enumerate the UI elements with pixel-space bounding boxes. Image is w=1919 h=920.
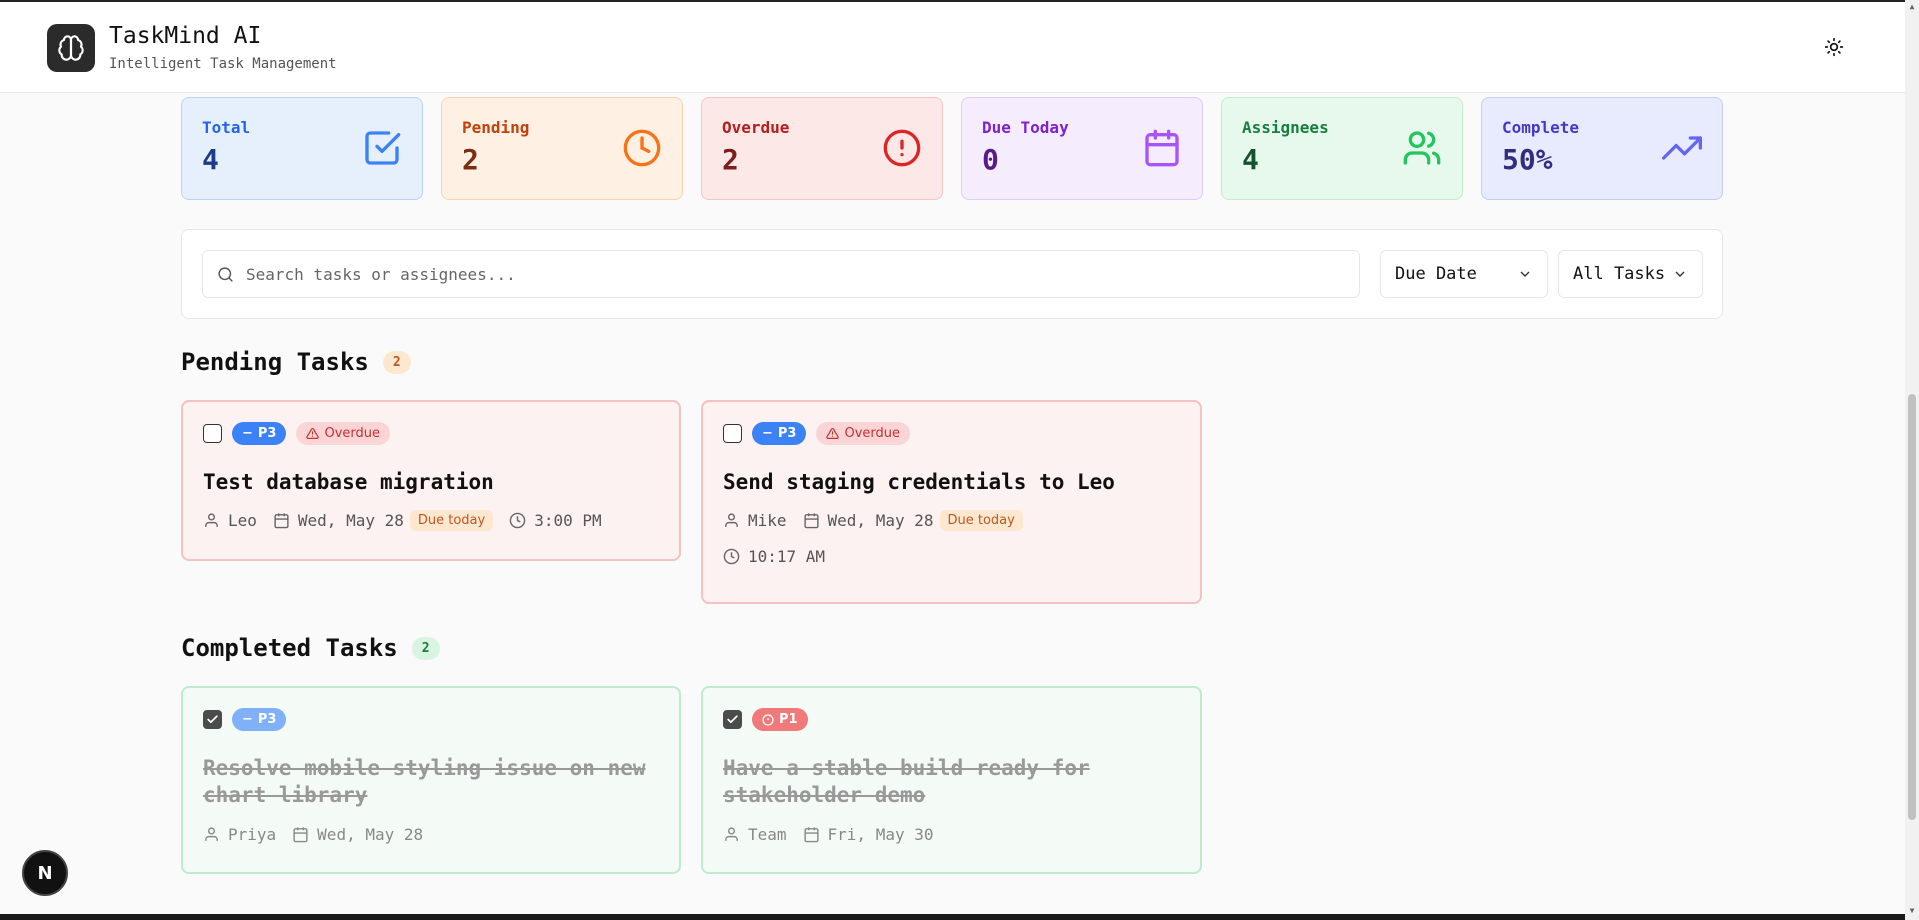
user-icon xyxy=(725,827,738,841)
trending-up-icon xyxy=(1662,136,1702,160)
task-date: Fri, May 30 xyxy=(827,825,934,844)
clock-icon xyxy=(723,548,740,565)
nextjs-dev-button[interactable]: N xyxy=(22,850,68,896)
task-title: Have a stable build ready for stakeholde… xyxy=(723,756,1090,807)
priority-badge: − P3 xyxy=(752,422,807,445)
priority-badge: P1 xyxy=(752,708,808,731)
users-icon xyxy=(1403,131,1441,165)
pending-count-badge: 2 xyxy=(382,350,411,374)
calendar-icon xyxy=(274,513,289,529)
task-time: 10:17 AM xyxy=(748,547,826,566)
minus-icon: − xyxy=(242,712,253,727)
task-card[interactable]: − P3 Overdue Send staging credentials to… xyxy=(701,400,1202,604)
check-icon xyxy=(727,715,738,724)
task-title: Resolve mobile styling issue on new char… xyxy=(203,756,646,807)
calendar-icon xyxy=(803,513,819,529)
section-heading: Pending Tasks xyxy=(181,348,369,376)
completed-count-badge: 2 xyxy=(411,636,440,660)
warning-triangle-icon xyxy=(306,427,320,439)
section-heading: Completed Tasks xyxy=(181,634,398,662)
stat-card-assignees: Assignees 4 xyxy=(1221,97,1463,200)
task-date: Wed, May 28 xyxy=(827,511,934,530)
task-checkbox[interactable] xyxy=(723,424,742,443)
stat-card-due-today: Due Today 0 xyxy=(961,97,1203,200)
scrollbar-thumb[interactable] xyxy=(1908,394,1916,820)
chevron-down-icon xyxy=(1675,271,1685,277)
theme-toggle-sun-icon[interactable] xyxy=(1822,35,1846,59)
filter-select-value: All Tasks xyxy=(1573,264,1666,284)
clock-icon xyxy=(509,512,526,529)
pending-section-title: Pending Tasks 2 xyxy=(181,348,411,376)
task-assignee: Leo xyxy=(228,511,257,530)
warning-triangle-icon xyxy=(826,427,840,439)
stat-card-complete: Complete 50% xyxy=(1481,97,1723,200)
user-icon xyxy=(205,513,218,527)
search-input[interactable] xyxy=(246,264,1346,284)
app-header: TaskMind AI Intelligent Task Management xyxy=(0,0,1905,93)
search-icon xyxy=(218,266,233,282)
scroll-down-arrow-icon[interactable]: ▼ xyxy=(1907,906,1917,916)
task-title: Send staging credentials to Leo xyxy=(723,470,1115,494)
priority-badge: − P3 xyxy=(232,708,287,731)
task-checkbox[interactable] xyxy=(203,424,222,443)
task-assignee: Priya xyxy=(228,825,277,844)
search-box xyxy=(202,250,1360,298)
priority-label: P3 xyxy=(777,426,797,441)
due-today-badge: Due today xyxy=(409,510,494,531)
minus-icon: − xyxy=(762,426,773,441)
minus-icon: − xyxy=(242,426,253,441)
task-assignee: Team xyxy=(748,825,787,844)
priority-label: P3 xyxy=(257,712,277,727)
filter-select[interactable]: All Tasks xyxy=(1558,250,1703,298)
task-assignee: Mike xyxy=(748,511,787,530)
alert-circle-icon xyxy=(762,713,774,726)
overdue-badge: Overdue xyxy=(816,422,911,445)
due-today-badge: Due today xyxy=(939,510,1023,531)
task-time: 3:00 PM xyxy=(534,511,602,530)
bottom-bar xyxy=(0,914,1905,920)
user-icon xyxy=(205,827,218,841)
task-date: Wed, May 28 xyxy=(297,511,404,530)
priority-badge: − P3 xyxy=(232,422,287,445)
stat-card-total: Total 4 xyxy=(181,97,423,200)
task-card[interactable]: − P3 Overdue Test database migration Leo… xyxy=(181,400,681,561)
app-subtitle: Intelligent Task Management xyxy=(109,56,337,72)
clock-icon xyxy=(623,129,661,167)
priority-label: P3 xyxy=(257,426,277,441)
overdue-badge: Overdue xyxy=(296,422,391,445)
status-label: Overdue xyxy=(844,426,901,441)
check-square-icon xyxy=(365,131,401,165)
filter-panel: Due Date All Tasks xyxy=(181,229,1723,319)
task-card[interactable]: P1 Have a stable build ready for stakeho… xyxy=(701,686,1202,874)
stat-card-overdue: Overdue 2 xyxy=(701,97,943,200)
calendar-icon xyxy=(293,827,308,843)
task-checkbox[interactable] xyxy=(203,710,222,729)
alert-circle-icon xyxy=(883,129,921,167)
calendar-icon xyxy=(1145,129,1179,167)
scroll-up-arrow-icon[interactable]: ▲ xyxy=(1907,2,1917,12)
task-date: Wed, May 28 xyxy=(317,825,424,844)
sort-select[interactable]: Due Date xyxy=(1380,250,1548,298)
priority-label: P1 xyxy=(779,712,798,727)
check-icon xyxy=(207,715,218,724)
task-checkbox[interactable] xyxy=(723,710,742,729)
completed-section-title: Completed Tasks 2 xyxy=(181,634,440,662)
status-label: Overdue xyxy=(324,426,381,441)
task-card[interactable]: − P3 Resolve mobile styling issue on new… xyxy=(181,686,681,874)
stat-card-pending: Pending 2 xyxy=(441,97,683,200)
stats-row: Total 4 Pending 2 Overdue 2 Due Today 0 … xyxy=(181,97,1723,200)
task-title: Test database migration xyxy=(203,470,494,494)
sort-select-value: Due Date xyxy=(1395,264,1477,284)
brain-logo-icon xyxy=(47,24,95,72)
calendar-icon xyxy=(803,827,819,843)
chevron-down-icon xyxy=(1520,271,1530,277)
user-icon xyxy=(725,513,738,527)
app-title: TaskMind AI xyxy=(109,23,262,49)
